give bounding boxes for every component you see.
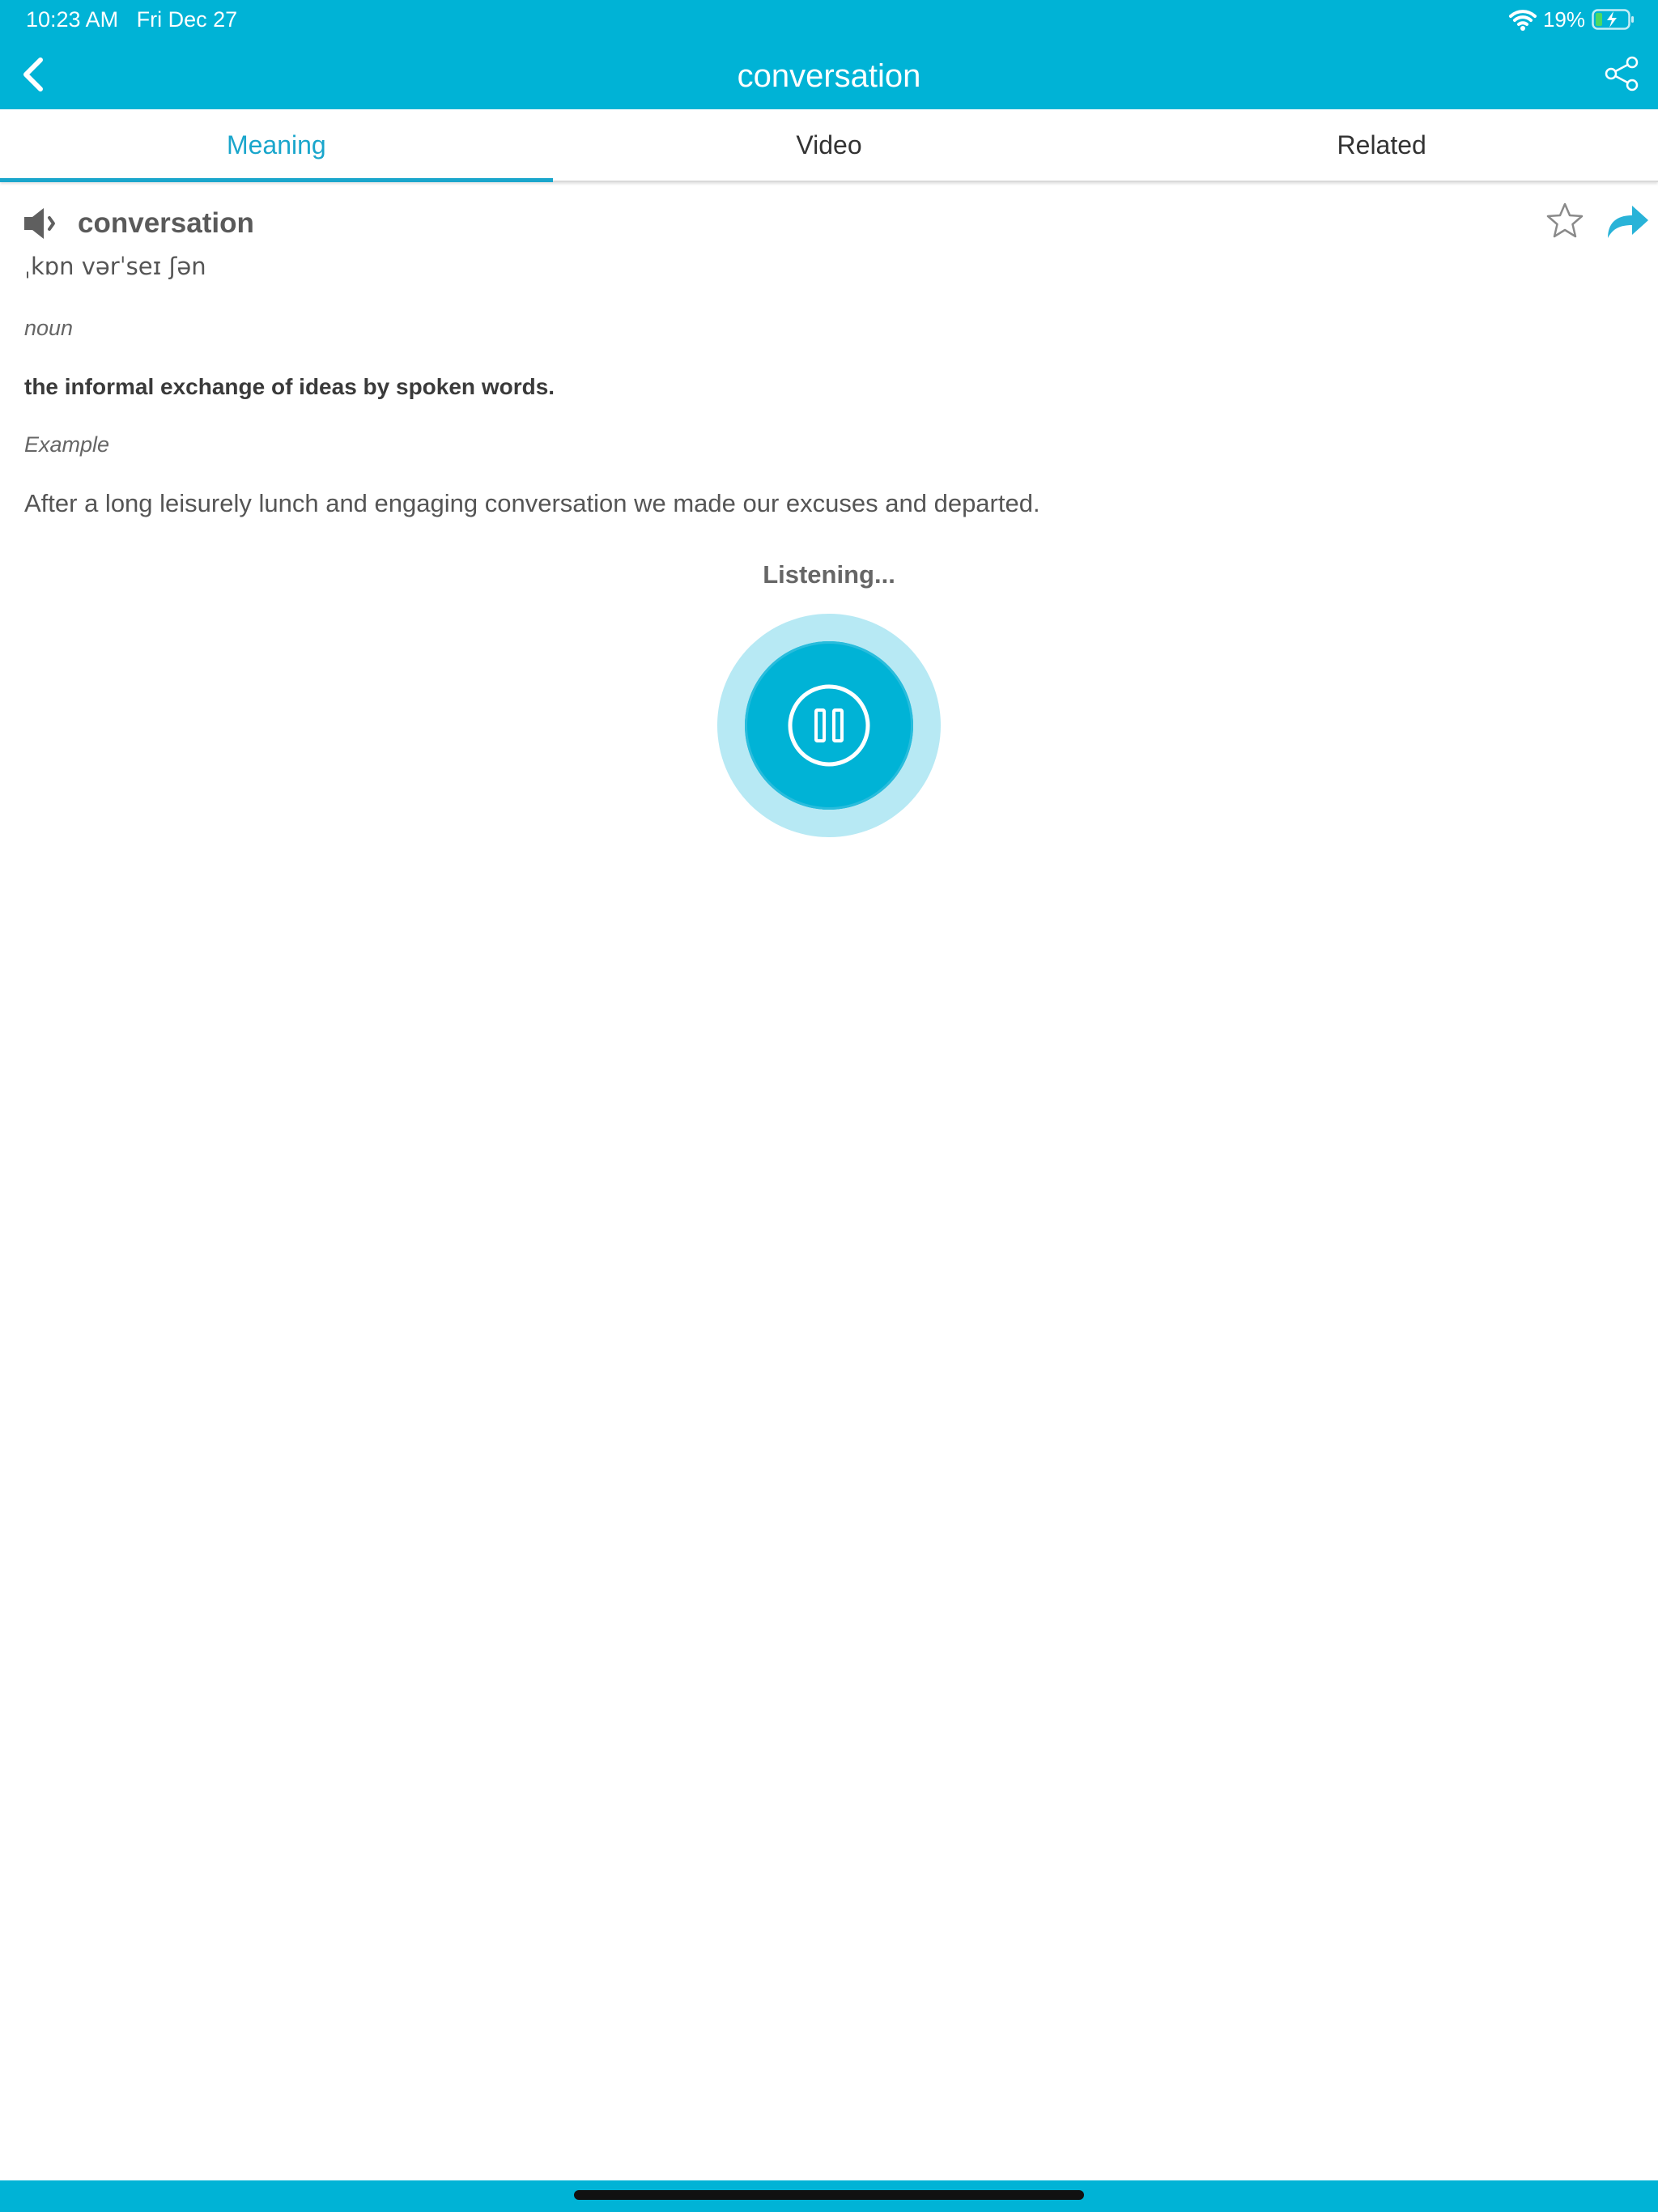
status-time-text: 10:23 AM: [26, 7, 119, 32]
status-date-text: Fri Dec 27: [136, 7, 238, 32]
speaker-icon[interactable]: [23, 205, 60, 242]
status-indicators: 19%: [1508, 5, 1635, 34]
word-title: conversation: [78, 207, 254, 239]
battery-percent: 19%: [1542, 6, 1585, 32]
star-icon[interactable]: [1545, 201, 1585, 241]
word-header: conversation: [23, 201, 254, 246]
share-nodes-icon: [1605, 56, 1639, 91]
example-label: Example: [24, 432, 110, 457]
wifi-icon: [1508, 8, 1537, 31]
share-button[interactable]: [1603, 55, 1640, 92]
part-of-speech: noun: [24, 316, 74, 340]
example-sentence: After a long leisurely lunch and engagin…: [24, 489, 1040, 517]
pronunciation: ˌkɒn vərˈseɪ ʃən: [24, 253, 206, 280]
app-screen: 10:23 AM Fri Dec 27 19% conversation Mea…: [0, 0, 1658, 2212]
home-indicator[interactable]: [574, 2190, 1084, 2200]
battery-charging-icon: [1592, 8, 1635, 31]
status-time: 10:23 AM Fri Dec 27: [26, 6, 237, 32]
page-title: conversation: [737, 58, 921, 94]
pause-icon: [788, 684, 870, 767]
tab-video[interactable]: Video: [553, 109, 1106, 181]
header-bar: 10:23 AM Fri Dec 27 19% conversation: [0, 0, 1658, 109]
tab-meaning[interactable]: Meaning: [0, 109, 553, 182]
tab-related[interactable]: Related: [1105, 109, 1658, 181]
tab-bar: Meaning Video Related: [0, 109, 1658, 182]
forward-arrow-icon[interactable]: [1605, 199, 1650, 241]
listening-status: Listening...: [763, 560, 895, 589]
definition: the informal exchange of ideas by spoken…: [24, 374, 555, 399]
